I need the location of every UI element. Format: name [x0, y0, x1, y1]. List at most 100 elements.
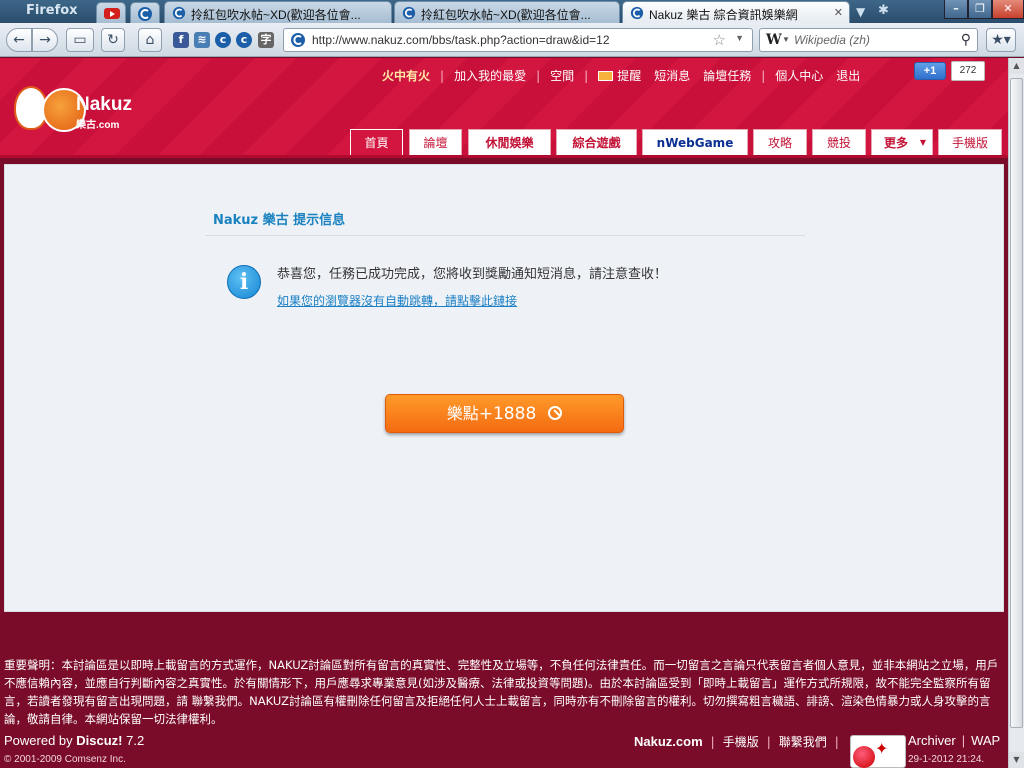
- ball-icon: [853, 746, 875, 768]
- scroll-down-icon[interactable]: ▼: [1009, 752, 1024, 768]
- username-link[interactable]: 火中有火: [382, 69, 430, 83]
- nav-tab-more-label: 更多: [883, 136, 908, 150]
- nakuz-favicon-icon: [630, 6, 644, 20]
- browser-tab-2[interactable]: 拎紅包吹水帖~XD(歡迎各位會...: [394, 1, 620, 23]
- bookmark-star-icon[interactable]: ☆: [713, 31, 726, 49]
- bookmarks-menu-icon[interactable]: ★▾: [986, 28, 1016, 52]
- forum-tasks-link[interactable]: 論壇任務: [703, 69, 751, 83]
- mail-icon: [598, 71, 614, 81]
- powered-prefix: Powered by: [4, 733, 73, 748]
- youtube-icon: [104, 8, 120, 19]
- google-plus-one-button[interactable]: +1: [914, 62, 946, 80]
- reload-icon[interactable]: ↻: [101, 28, 125, 52]
- powered-by: Powered by Discuz! 7.2: [4, 733, 144, 748]
- search-placeholder: Wikipedia (zh): [794, 33, 870, 47]
- nav-tab-forum[interactable]: 論壇: [409, 129, 462, 155]
- wap-link[interactable]: WAP: [971, 733, 1000, 748]
- tab-list-icon[interactable]: ▼: [856, 5, 865, 19]
- info-icon: i: [227, 265, 261, 299]
- window-controls: – ❐ ✕: [924, 0, 1024, 20]
- pinned-tab-nakuz[interactable]: [130, 2, 160, 23]
- tab-title: Nakuz 樂古 綜合資訊娛樂網: [649, 8, 798, 22]
- nav-tab-mobile[interactable]: 手機版: [938, 129, 1002, 155]
- redirect-link[interactable]: 如果您的瀏覽器沒有自動跳轉，請點擊此鏈接: [277, 292, 517, 309]
- nav-tab-guides[interactable]: 攻略: [753, 129, 807, 155]
- forward-arrow-icon[interactable]: →: [32, 28, 58, 52]
- nav-tab-nwebgame[interactable]: nWebGame: [642, 129, 748, 155]
- reward-badge[interactable]: 樂點+1888: [385, 394, 624, 433]
- browser-tab-bar: Firefox 拎紅包吹水帖~XD(歡迎各位會... 拎紅包吹水帖~XD(歡迎各…: [0, 0, 1024, 24]
- prohibited-icon: [548, 406, 563, 420]
- tab-groups-icon[interactable]: ▭: [66, 28, 94, 52]
- address-bar[interactable]: http://www.nakuz.com/bbs/task.php?action…: [283, 28, 753, 52]
- legal-disclaimer: 重要聲明：本討論區是以即時上載留言的方式運作，NAKUZ討論區對所有留言的真實性…: [4, 658, 999, 726]
- url-dropdown-icon[interactable]: ▼: [735, 33, 744, 43]
- sparkle-icon: ✦: [875, 739, 889, 758]
- chevron-down-icon: ▼: [919, 138, 926, 147]
- close-tab-icon[interactable]: ✕: [834, 6, 843, 19]
- site-identity-icon: [291, 33, 305, 47]
- message-title: Nakuz 樂古 提示信息: [213, 213, 346, 228]
- logout-link[interactable]: 退出: [836, 69, 860, 83]
- browser-tab-active[interactable]: Nakuz 樂古 綜合資訊娛樂網 ✕: [622, 1, 850, 24]
- nakuz-favicon-icon: [402, 6, 416, 20]
- close-window-icon[interactable]: ✕: [992, 0, 1024, 19]
- nav-tab-entertainment[interactable]: 休閒娛樂: [468, 129, 551, 155]
- reward-value: +1888: [478, 404, 537, 424]
- engine-dropdown-icon[interactable]: ▼: [782, 35, 790, 44]
- footer-mobile-link[interactable]: 手機版: [723, 735, 759, 749]
- site-header: Nakuz 樂古.com 火中有火 | 加入我的最愛 | 空間 | 提醒 短消息 論壇任務 | 個人…: [0, 58, 1008, 158]
- search-icon[interactable]: ⚲: [961, 31, 971, 48]
- messages-link[interactable]: 短消息: [654, 69, 690, 83]
- settings-gear-icon[interactable]: ✱: [878, 3, 889, 18]
- minimize-icon[interactable]: –: [944, 0, 968, 19]
- browser-navigation-bar: ← → ▭ ↻ ⌂ f ≋ c c 字 http://www.nakuz.com…: [0, 23, 1024, 57]
- footer-right-links: Archiver | WAP: [908, 733, 1001, 748]
- back-arrow-icon[interactable]: ←: [6, 28, 32, 52]
- facebook-bookmark-icon[interactable]: f: [173, 32, 189, 48]
- nakuz-favicon-icon: [138, 7, 152, 21]
- logo-subtext: 樂古.com: [76, 120, 120, 131]
- home-icon[interactable]: ⌂: [138, 28, 162, 52]
- add-favorite-link[interactable]: 加入我的最愛: [454, 69, 526, 83]
- footer-links: Nakuz.com | 手機版 | 聯繫我們 |: [634, 734, 839, 749]
- reward-label: 樂點: [446, 404, 479, 423]
- url-text: http://www.nakuz.com/bbs/task.php?action…: [312, 33, 610, 47]
- wikipedia-icon: W: [766, 32, 782, 48]
- scrollbar-thumb[interactable]: [1010, 78, 1023, 728]
- maximize-icon[interactable]: ❐: [968, 0, 992, 19]
- firefox-menu-button[interactable]: Firefox: [0, 0, 92, 22]
- nakuz-bookmark-icon[interactable]: c: [215, 32, 231, 48]
- search-bar[interactable]: W ▼ Wikipedia (zh) ⚲: [759, 28, 978, 52]
- space-link[interactable]: 空間: [550, 69, 574, 83]
- nav-tab-games[interactable]: 綜合遊戲: [556, 129, 637, 155]
- user-center-link[interactable]: 個人中心: [775, 69, 823, 83]
- message-panel: Nakuz 樂古 提示信息 i 恭喜您，任務已成功完成，您將收到獎勵通知短消息，…: [4, 164, 1004, 612]
- copyright: © 2001-2009 Comsenz Inc.: [4, 754, 126, 765]
- bookmark-icon[interactable]: 字: [258, 32, 274, 48]
- page-scrollbar[interactable]: ▲ ▼: [1008, 58, 1024, 768]
- notifications-link[interactable]: 提醒: [617, 69, 641, 83]
- plus-one-count: 272: [951, 61, 985, 81]
- divider: [205, 235, 805, 236]
- footer-home-link[interactable]: Nakuz.com: [634, 734, 703, 749]
- logo-text: Nakuz: [76, 94, 132, 115]
- discuz-version: 7.2: [126, 733, 145, 748]
- scroll-up-icon[interactable]: ▲: [1009, 58, 1024, 74]
- site-logo[interactable]: Nakuz 樂古.com: [14, 80, 144, 140]
- discuz-link[interactable]: Discuz!: [76, 733, 122, 748]
- archiver-link[interactable]: Archiver: [908, 733, 956, 748]
- tab-title: 拎紅包吹水帖~XD(歡迎各位會...: [191, 8, 361, 22]
- footer-contact-link[interactable]: 聯繫我們: [779, 735, 827, 749]
- browser-tab-1[interactable]: 拎紅包吹水帖~XD(歡迎各位會...: [164, 1, 392, 23]
- floating-widget[interactable]: ✦: [850, 735, 906, 768]
- pinned-tab-youtube[interactable]: [96, 2, 126, 23]
- tab-title: 拎紅包吹水帖~XD(歡迎各位會...: [421, 8, 591, 22]
- bookmark-icon[interactable]: ≋: [194, 32, 210, 48]
- nakuz-bookmark-icon[interactable]: c: [236, 32, 252, 48]
- nav-tab-auction[interactable]: 競投: [812, 129, 866, 155]
- nav-tab-home[interactable]: 首頁: [350, 129, 403, 155]
- success-message: 恭喜您，任務已成功完成，您將收到獎勵通知短消息，請注意查收！: [277, 267, 668, 282]
- nav-tab-more[interactable]: 更多 ▼: [871, 129, 933, 155]
- nakuz-favicon-icon: [172, 6, 186, 20]
